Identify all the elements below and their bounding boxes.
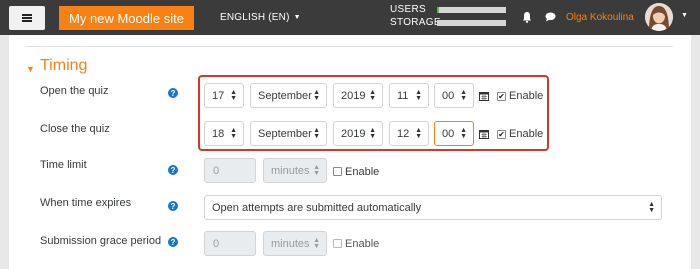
chevron-updown-icon: ▲ ▼	[313, 127, 320, 140]
close-minute-value: 00	[442, 127, 455, 140]
chevron-updown-icon: ▲ ▼	[313, 89, 320, 102]
navbar: My new Moodle site ENGLISH (EN) ▼ USERS S…	[0, 0, 700, 35]
chevron-updown-icon: ▲ ▼	[369, 127, 376, 140]
chevron-updown-icon: ▲ ▼	[415, 89, 422, 102]
time-limit-enable-checkbox[interactable]	[333, 167, 342, 176]
caret-down-icon[interactable]: ▼	[26, 64, 35, 74]
help-icon[interactable]: ?	[168, 165, 178, 175]
bell-icon[interactable]	[522, 11, 532, 23]
time-limit-label: Time limit	[40, 159, 87, 171]
close-enable-label[interactable]: Enable	[509, 128, 543, 140]
open-year-value: 2019	[341, 89, 366, 102]
chevron-down-icon: ▼	[293, 14, 301, 21]
close-month-select[interactable]: September ▲ ▼	[250, 121, 327, 146]
user-name-link[interactable]: Olga Kokoulina	[566, 12, 634, 23]
close-year-select[interactable]: 2019 ▲ ▼	[333, 121, 383, 146]
storage-quota-bar	[437, 20, 506, 26]
avatar[interactable]	[645, 3, 673, 31]
close-hour-value: 12	[397, 127, 410, 140]
chevron-updown-icon: ▲ ▼	[369, 89, 376, 102]
users-quota-fill	[437, 7, 440, 13]
open-month-select[interactable]: September ▲ ▼	[250, 83, 327, 108]
when-expires-select[interactable]: Open attempts are submitted automaticall…	[204, 195, 662, 220]
chevron-updown-icon: ▲ ▼	[460, 89, 467, 102]
open-minute-select[interactable]: 00 ▲ ▼	[434, 83, 474, 108]
hamburger-menu-button[interactable]	[9, 6, 45, 30]
close-day-select[interactable]: 18 ▲ ▼	[204, 121, 244, 146]
help-icon[interactable]: ?	[168, 88, 178, 98]
open-enable-label[interactable]: Enable	[509, 90, 543, 102]
when-expires-value: Open attempts are submitted automaticall…	[212, 201, 422, 214]
checkmark-icon: ✔	[498, 91, 505, 101]
open-month-value: September	[258, 89, 312, 102]
open-quiz-label: Open the quiz	[40, 85, 109, 97]
grace-period-input[interactable]: 0	[204, 231, 256, 256]
grace-period-unit-value: minutes	[271, 237, 310, 250]
time-limit-enable-label[interactable]: Enable	[345, 166, 379, 178]
close-hour-select[interactable]: 12 ▲ ▼	[389, 121, 429, 146]
section-title-timing[interactable]: Timing	[40, 57, 87, 75]
language-menu[interactable]: ENGLISH (EN) ▼	[220, 12, 301, 23]
grace-period-enable-checkbox[interactable]	[333, 239, 342, 248]
chevron-updown-icon: ▲ ▼	[230, 89, 237, 102]
checkmark-icon: ✔	[498, 129, 505, 139]
chevron-updown-icon: ▲ ▼	[648, 201, 655, 214]
grace-period-unit-select[interactable]: minutes ▲ ▼	[263, 231, 327, 256]
grace-period-label: Submission grace period	[40, 235, 162, 247]
language-label: ENGLISH (EN)	[220, 12, 290, 23]
open-enable-checkbox[interactable]: ✔	[497, 92, 506, 101]
users-quota-label: USERS	[390, 4, 426, 15]
open-minute-value: 00	[442, 89, 455, 102]
close-day-value: 18	[212, 127, 225, 140]
chevron-updown-icon: ▲ ▼	[313, 237, 320, 250]
content-card	[0, 35, 700, 269]
site-name-link[interactable]: My new Moodle site	[59, 6, 194, 30]
open-hour-value: 11	[397, 89, 409, 102]
close-month-value: September	[258, 127, 312, 140]
chevron-updown-icon: ▲ ▼	[230, 127, 237, 140]
help-icon[interactable]: ?	[168, 201, 178, 211]
open-year-select[interactable]: 2019 ▲ ▼	[333, 83, 383, 108]
calendar-icon[interactable]	[479, 129, 489, 139]
divider	[25, 46, 673, 47]
close-quiz-label: Close the quiz	[40, 123, 110, 135]
close-enable-checkbox[interactable]: ✔	[497, 130, 506, 139]
open-day-value: 17	[212, 89, 225, 102]
time-limit-unit-select[interactable]: minutes ▲ ▼	[263, 158, 327, 183]
chevron-updown-icon: ▲ ▼	[415, 127, 422, 140]
close-minute-select[interactable]: 00 ▲ ▼	[434, 121, 474, 146]
storage-quota-label: STORAGE	[390, 17, 441, 28]
users-quota-bar	[437, 7, 506, 13]
when-expires-label: When time expires	[40, 197, 132, 209]
time-limit-unit-value: minutes	[271, 164, 310, 177]
time-limit-input[interactable]: 0	[204, 158, 256, 183]
calendar-icon[interactable]	[479, 91, 489, 101]
help-icon[interactable]: ?	[168, 237, 178, 247]
chevron-updown-icon: ▲ ▼	[313, 164, 320, 177]
chat-icon[interactable]	[545, 12, 556, 22]
open-day-select[interactable]: 17 ▲ ▼	[204, 83, 244, 108]
hamburger-icon	[22, 17, 32, 19]
open-hour-select[interactable]: 11 ▲ ▼	[389, 83, 429, 108]
grace-period-enable-label[interactable]: Enable	[345, 238, 379, 250]
user-menu-chevron-icon[interactable]: ▼	[681, 12, 688, 19]
close-year-value: 2019	[341, 127, 366, 140]
chevron-updown-icon: ▲ ▼	[460, 127, 467, 140]
